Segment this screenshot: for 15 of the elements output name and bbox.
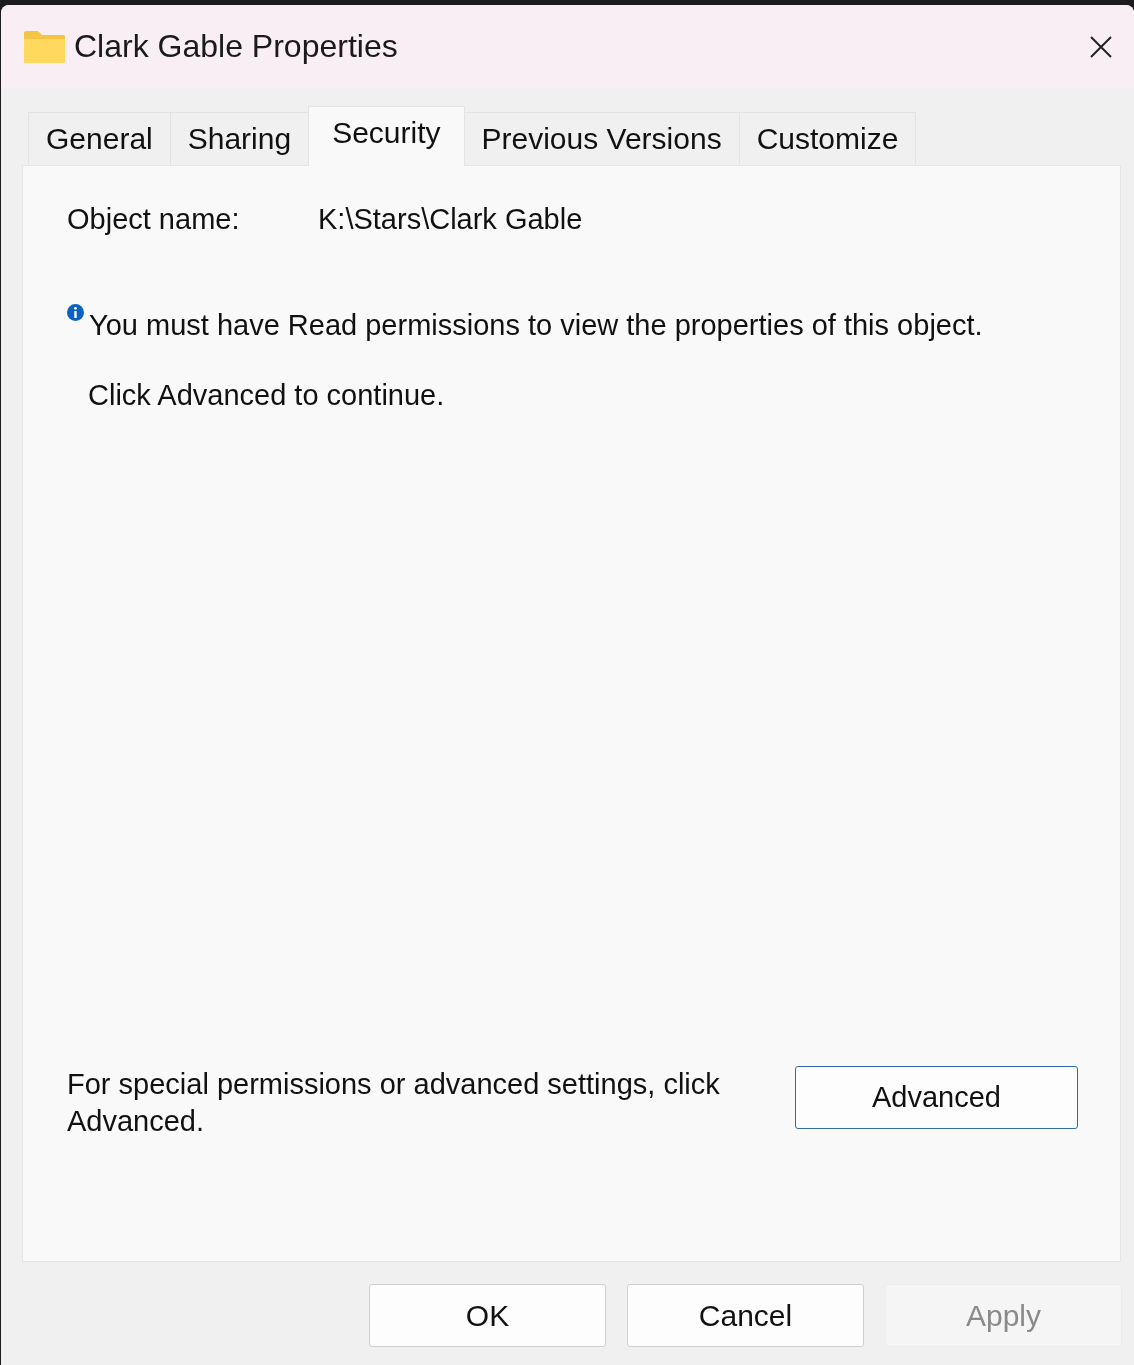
tab[interactable]: Customize (738, 112, 917, 165)
advanced-description: For special permissions or advanced settings, click Advanced. (67, 1067, 721, 1139)
info-icon (67, 304, 84, 321)
folder-icon (23, 29, 66, 64)
object-path: K:\Stars\Clark Gable (318, 203, 583, 236)
tab[interactable]: General (28, 112, 171, 165)
dialog-button[interactable]: Cancel (627, 1284, 864, 1347)
window-title: Clark Gable Properties (74, 28, 399, 65)
tab[interactable]: Security (308, 106, 465, 166)
permission-message: You must have Read permissions to view the properties of this object. (89, 308, 984, 343)
close-icon[interactable] (1090, 35, 1112, 58)
advanced-button[interactable]: Advanced (795, 1066, 1078, 1129)
field-label: Object name: (67, 203, 241, 236)
dialog-button[interactable]: OK (369, 1284, 606, 1347)
instruction-text: Click Advanced to continue. (88, 379, 446, 412)
